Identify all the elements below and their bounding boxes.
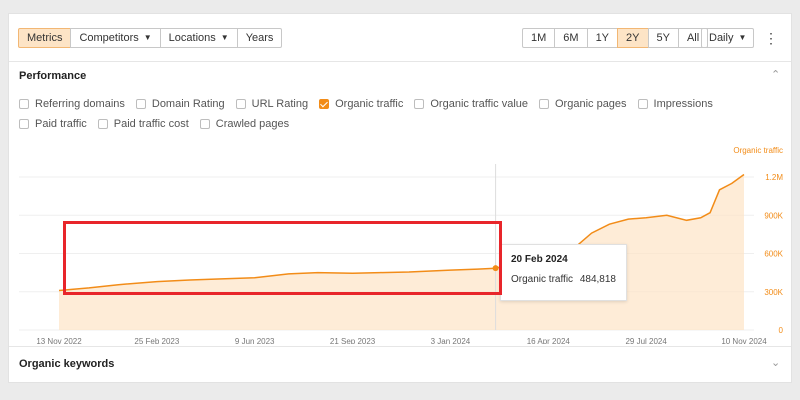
range-5y-button[interactable]: 5Y: [647, 28, 679, 48]
metrics-button[interactable]: Metrics: [18, 28, 72, 48]
range-1m-button[interactable]: 1M: [522, 28, 556, 48]
performance-title: Performance: [19, 70, 87, 82]
locations-label: Locations: [168, 32, 216, 44]
checkbox-impressions[interactable]: Impressions: [637, 98, 713, 110]
locations-dropdown[interactable]: Locations ▼: [159, 28, 238, 48]
x-tick-label: 13 Nov 2022: [36, 337, 82, 344]
x-tick-label: 16 Apr 2024: [527, 337, 571, 344]
checkbox-organic-traffic[interactable]: Organic traffic: [319, 98, 403, 110]
years-label: Years: [245, 32, 274, 44]
checkbox-label: Impressions: [653, 98, 713, 110]
toolbar: Metrics Competitors ▼ Locations ▼ Years 1M…: [9, 14, 791, 62]
competitors-dropdown[interactable]: Competitors ▼: [70, 28, 161, 48]
checkbox-label: Crawled pages: [215, 118, 290, 130]
y-tick-label: 0: [779, 326, 784, 335]
tooltip-date: 20 Feb 2024: [511, 254, 568, 265]
checkbox-organic-pages[interactable]: Organic pages: [539, 98, 627, 110]
checkbox-referring-domains[interactable]: Referring domains: [19, 98, 125, 110]
x-tick-label: 21 Sep 2023: [330, 337, 376, 344]
checkbox-organic-traffic-value[interactable]: Organic traffic value: [414, 98, 528, 110]
organic-keywords-title: Organic keywords: [19, 358, 115, 370]
chevron-up-icon[interactable]: ⌃: [771, 68, 780, 81]
range-1y-button[interactable]: 1Y: [586, 28, 619, 48]
section-divider: [9, 346, 791, 347]
tooltip-row: Organic traffic 484,818: [511, 274, 616, 285]
tooltip-value: 484,818: [579, 274, 616, 285]
y-tick-label: 600K: [764, 250, 783, 259]
tooltip-label: Organic traffic: [511, 274, 574, 285]
y-tick-label: 1.2M: [765, 173, 783, 182]
chevron-down-icon[interactable]: ⌄: [771, 356, 780, 369]
caret-down-icon: ▼: [738, 33, 747, 42]
performance-panel: Metrics Competitors ▼ Locations ▼ Years 1M…: [8, 13, 792, 383]
checkbox-paid-traffic[interactable]: Paid traffic: [19, 118, 87, 130]
x-tick-label: 10 Nov 2024: [721, 337, 767, 344]
metrics-label: Metrics: [27, 32, 63, 44]
checkbox-crawled-pages[interactable]: Crawled pages: [199, 118, 290, 130]
range-2y-button[interactable]: 2Y: [617, 28, 649, 48]
x-tick-label: 3 Jan 2024: [431, 337, 471, 344]
checkbox-label: Organic traffic value: [430, 98, 528, 110]
checkbox-label: Paid traffic: [35, 118, 87, 130]
x-axis-ticks: 13 Nov 2022 25 Feb 2023 9 Jun 2023 21 Sep 2…: [36, 337, 767, 344]
caret-down-icon: ▼: [220, 33, 229, 42]
granularity-label: Daily: [709, 32, 734, 44]
checkbox-label: Paid traffic cost: [113, 118, 189, 130]
checkbox-label: Referring domains: [35, 98, 125, 110]
checkbox-url-rating[interactable]: URL Rating: [235, 98, 309, 110]
x-tick-label: 9 Jun 2023: [235, 337, 275, 344]
red-highlight-box: [63, 221, 502, 295]
competitors-label: Competitors: [79, 32, 139, 44]
x-tick-label: 25 Feb 2023: [134, 337, 179, 344]
series-label: Organic traffic: [733, 146, 783, 155]
range-button-group: 1M 6M 1Y 2Y 5Y All: [522, 28, 709, 48]
y-axis-ticks: 0 300K 600K 900K 1.2M: [764, 173, 783, 335]
filter-button-group: Metrics Competitors ▼ Locations ▼ Years: [18, 28, 283, 48]
caret-down-icon: ▼: [143, 33, 152, 42]
y-tick-label: 900K: [764, 211, 783, 220]
checkbox-domain-rating[interactable]: Domain Rating: [135, 98, 225, 110]
checkbox-label: URL Rating: [251, 98, 309, 110]
checkbox-label: Organic pages: [555, 98, 627, 110]
checkbox-label: Domain Rating: [151, 98, 225, 110]
metric-checkboxes: Referring domains Domain Rating URL Rati…: [19, 98, 779, 130]
y-tick-label: 300K: [764, 288, 783, 297]
checkbox-paid-traffic-cost[interactable]: Paid traffic cost: [97, 118, 189, 130]
chart-tooltip: 20 Feb 2024 Organic traffic 484,818: [500, 244, 627, 301]
range-6m-button[interactable]: 6M: [554, 28, 588, 48]
x-tick-label: 29 Jul 2024: [625, 337, 667, 344]
years-button[interactable]: Years: [236, 28, 283, 48]
kebab-icon[interactable]: ⋮: [764, 28, 778, 48]
checkbox-label: Organic traffic: [335, 98, 404, 110]
granularity-dropdown[interactable]: Daily ▼: [701, 28, 755, 48]
